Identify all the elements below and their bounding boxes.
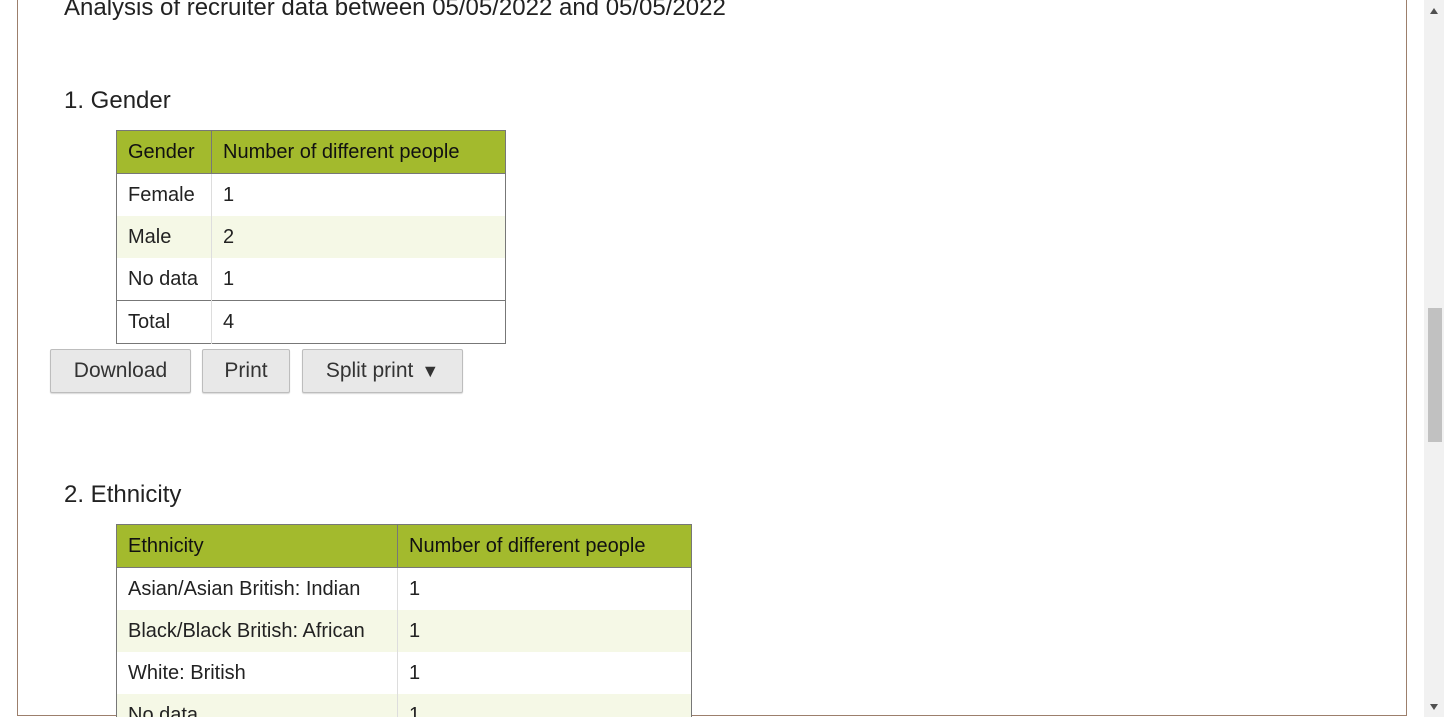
- ethnicity-count-cell: 1: [397, 610, 692, 652]
- total-label-cell: Total: [116, 300, 212, 344]
- ethnicity-label-cell: Asian/Asian British: Indian: [116, 567, 398, 610]
- ethnicity-count-cell: 1: [409, 577, 421, 600]
- chevron-up-icon[interactable]: [1424, 2, 1444, 19]
- gender-count-cell: 1: [223, 183, 235, 206]
- table-row: Asian/Asian British: Indian 1: [116, 567, 692, 610]
- ethnicity-count-column-header: Number of different people: [397, 524, 692, 568]
- gender-count-column-header: Number of different people: [211, 130, 506, 174]
- table-row: White: British 1: [116, 652, 692, 694]
- page-title: Analysis of recruiter data between 05/05…: [64, 0, 726, 21]
- table-row: No data 1: [116, 258, 506, 301]
- split-print-label: Split print: [325, 359, 414, 382]
- total-count-cell: 4: [211, 300, 506, 344]
- table-row: No data 1: [116, 694, 692, 717]
- gender-label-cell: Male: [116, 216, 212, 258]
- gender-table-header-row: Gender Number of different people: [116, 130, 506, 174]
- table-row: Male 2: [116, 216, 506, 258]
- gender-label-cell: Female: [116, 173, 212, 216]
- ethnicity-label-cell: Black/Black British: African: [116, 610, 398, 652]
- gender-count-cell: 2: [211, 216, 506, 258]
- ethnicity-table-header-row: Ethnicity Number of different people: [116, 524, 692, 568]
- table-total-row: Total 4: [116, 300, 506, 344]
- ethnicity-count-cell: 1: [409, 661, 421, 684]
- ethnicity-label-cell: White: British: [116, 652, 398, 694]
- table-row: Black/Black British: African 1: [116, 610, 692, 652]
- gender-label-cell: No data: [116, 258, 212, 301]
- ethnicity-count-cell: 1: [397, 694, 692, 717]
- scrollbar-thumb[interactable]: [1428, 308, 1442, 442]
- gender-section-heading: 1. Gender: [64, 87, 171, 114]
- page-viewport: Analysis of recruiter data between 05/05…: [0, 0, 1424, 717]
- ethnicity-label-cell: No data: [116, 694, 398, 717]
- gender-table: Gender Number of different people Female…: [116, 130, 506, 344]
- split-print-button[interactable]: Split print ▼: [302, 349, 463, 393]
- ethnicity-section-heading: 2. Ethnicity: [64, 481, 182, 508]
- ethnicity-table: Ethnicity Number of different people Asi…: [116, 524, 692, 717]
- chevron-down-icon[interactable]: [1424, 698, 1444, 715]
- vertical-scrollbar[interactable]: [1424, 0, 1444, 717]
- caret-down-icon: ▼: [421, 360, 440, 381]
- print-button[interactable]: Print: [202, 349, 290, 393]
- ethnicity-column-header: Ethnicity: [116, 524, 398, 568]
- gender-count-cell: 1: [223, 267, 235, 290]
- gender-column-header: Gender: [116, 130, 212, 174]
- download-button[interactable]: Download: [50, 349, 191, 393]
- table-row: Female 1: [116, 173, 506, 216]
